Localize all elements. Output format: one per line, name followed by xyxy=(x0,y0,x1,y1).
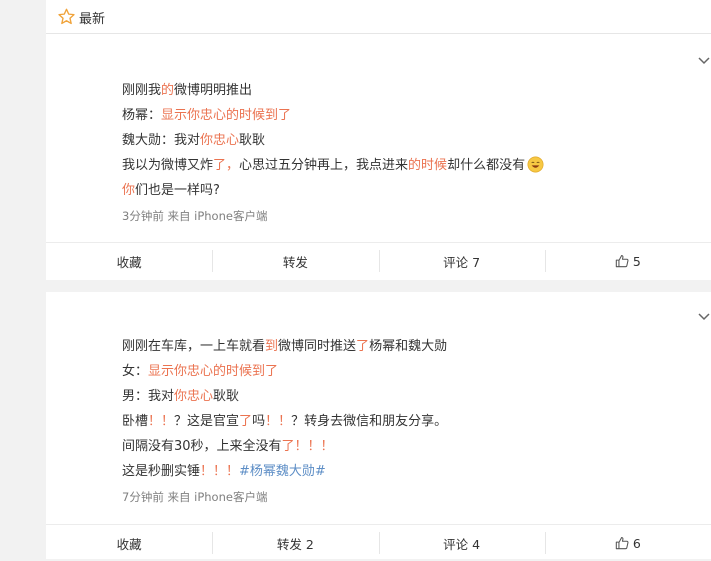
favorite-button[interactable]: 收藏 xyxy=(46,525,212,561)
text-segment: 女： xyxy=(122,364,149,379)
text-segment: 刚刚在车库，一上车就看 xyxy=(122,339,266,354)
text-segment: 微博同时推送 xyxy=(278,339,357,354)
text-segment: 到 xyxy=(265,339,279,354)
text-segment: 们也是一样吗? xyxy=(135,183,220,198)
text-segment: 了！！！ xyxy=(281,439,334,454)
hashtag-link[interactable]: #杨幂魏大勋# xyxy=(239,464,326,479)
text-segment: 杨幂和魏大勋 xyxy=(369,339,448,354)
text-segment: 心思过五分钟再上，我点进来 xyxy=(239,158,409,173)
chevron-down-icon[interactable] xyxy=(697,312,711,322)
text-segment: 的时候 xyxy=(408,158,448,173)
text-segment: ！！ xyxy=(148,414,175,429)
post-actions: 收藏 转发 2 评论 4 6 xyxy=(46,524,711,561)
repost-label: 转发 xyxy=(282,254,308,270)
post-text: 刚刚在车库，一上车就看到微博同时推送了杨幂和魏大勋 女：显示你忠心的时候到了 男：我… xyxy=(122,334,691,484)
text-segment: 你忠心 xyxy=(174,389,214,404)
post-text-line: 你们也是一样吗? xyxy=(122,178,691,203)
like-button[interactable]: 5 xyxy=(544,243,711,279)
comment-label: 评论 4 xyxy=(443,536,481,552)
post-text-line: 魏大勋：我对你忠心耿耿 xyxy=(122,128,691,153)
text-segment: 你 xyxy=(122,183,136,198)
post-text-line: 男：我对你忠心耿耿 xyxy=(122,384,691,409)
post-text-line: 刚刚在车库，一上车就看到微博同时推送了杨幂和魏大勋 xyxy=(122,334,691,359)
text-segment: 微博明明推出 xyxy=(174,83,253,98)
comment-button[interactable]: 评论 4 xyxy=(378,525,545,561)
text-segment: 了， xyxy=(213,158,240,173)
text-segment: 间隔没有30秒，上来全没有 xyxy=(122,439,282,454)
post-text-line: 我以为微博又炸了，心思过五分钟再上，我点进来的时候却什么都没有 xyxy=(122,153,691,178)
text-segment: 耿耿 xyxy=(213,389,240,404)
post-text-line: 这是秒删实锤！！！#杨幂魏大勋# xyxy=(122,459,691,484)
text-segment: ！！ xyxy=(265,414,292,429)
favorite-button[interactable]: 收藏 xyxy=(46,243,212,279)
thumbs-up-icon xyxy=(615,255,629,268)
text-segment: 耿耿 xyxy=(239,133,266,148)
post-content: 刚刚在车库，一上车就看到微博同时推送了杨幂和魏大勋 女：显示你忠心的时候到了 男：我… xyxy=(122,334,691,508)
favorite-label: 收藏 xyxy=(116,254,142,270)
text-segment: 你忠心 xyxy=(200,133,240,148)
star-icon xyxy=(58,8,75,25)
text-segment: 却什么都没有 xyxy=(447,158,526,173)
comment-label: 评论 7 xyxy=(443,254,481,270)
post-meta: 7分钟前 来自 iPhone客户端 xyxy=(122,490,268,504)
text-segment: ！！！ xyxy=(200,464,240,479)
post-content: 刚刚我的微博明明推出 杨幂：显示你忠心的时候到了 魏大勋：我对你忠心耿耿 我以为微博又… xyxy=(122,78,691,227)
text-segment: 的 xyxy=(161,83,175,98)
text-segment: 卧槽 xyxy=(122,414,149,429)
like-count: 6 xyxy=(632,535,641,551)
weibo-post: 刚刚在车库，一上车就看到微博同时推送了杨幂和魏大勋 女：显示你忠心的时候到了 男：我… xyxy=(46,292,711,559)
post-text-line: 间隔没有30秒，上来全没有了！！！ xyxy=(122,434,691,459)
post-meta: 3分钟前 来自 iPhone客户端 xyxy=(122,209,268,223)
post-text-line: 卧槽！！？这是官宣了吗！！？转身去微信和朋友分享。 xyxy=(122,409,691,434)
post-actions: 收藏 转发 评论 7 5 xyxy=(46,242,711,279)
text-segment: 杨幂： xyxy=(122,108,162,123)
favorite-label: 收藏 xyxy=(116,536,142,552)
text-segment: ？这是官宣 xyxy=(174,414,240,429)
post-text-line: 刚刚我的微博明明推出 xyxy=(122,78,691,103)
repost-button[interactable]: 转发 xyxy=(212,243,378,279)
text-segment: 男：我对 xyxy=(122,389,175,404)
text-segment: 了 xyxy=(239,414,253,429)
laughing-face-emoji-icon xyxy=(527,156,544,173)
text-segment: 显示你忠心的时候到了 xyxy=(161,108,292,123)
thumbs-up-icon xyxy=(615,537,629,550)
text-segment: 我以为微博又炸 xyxy=(122,158,214,173)
comment-button[interactable]: 评论 7 xyxy=(378,243,545,279)
sort-latest-label[interactable]: 最新 xyxy=(79,8,105,27)
chevron-down-icon[interactable] xyxy=(697,56,711,66)
like-button[interactable]: 6 xyxy=(544,525,711,561)
text-segment: 刚刚我 xyxy=(122,83,162,98)
repost-button[interactable]: 转发 2 xyxy=(212,525,378,561)
weibo-post: 刚刚我的微博明明推出 杨幂：显示你忠心的时候到了 魏大勋：我对你忠心耿耿 我以为微博又… xyxy=(46,34,711,280)
text-segment: ？转身去微信和朋友分享。 xyxy=(291,414,448,429)
text-segment: 了 xyxy=(356,339,370,354)
post-text: 刚刚我的微博明明推出 杨幂：显示你忠心的时候到了 魏大勋：我对你忠心耿耿 我以为微博又… xyxy=(122,78,691,203)
post-text-line: 女：显示你忠心的时候到了 xyxy=(122,359,691,384)
repost-label: 转发 2 xyxy=(276,536,314,552)
feed-sort-bar: 最新 xyxy=(46,0,711,34)
text-segment: 魏大勋：我对 xyxy=(122,133,201,148)
post-text-line: 杨幂：显示你忠心的时候到了 xyxy=(122,103,691,128)
text-segment: 显示你忠心的时候到了 xyxy=(148,364,279,379)
like-count: 5 xyxy=(632,253,641,269)
text-segment: 这是秒删实锤 xyxy=(122,464,201,479)
text-segment: 吗 xyxy=(252,414,266,429)
